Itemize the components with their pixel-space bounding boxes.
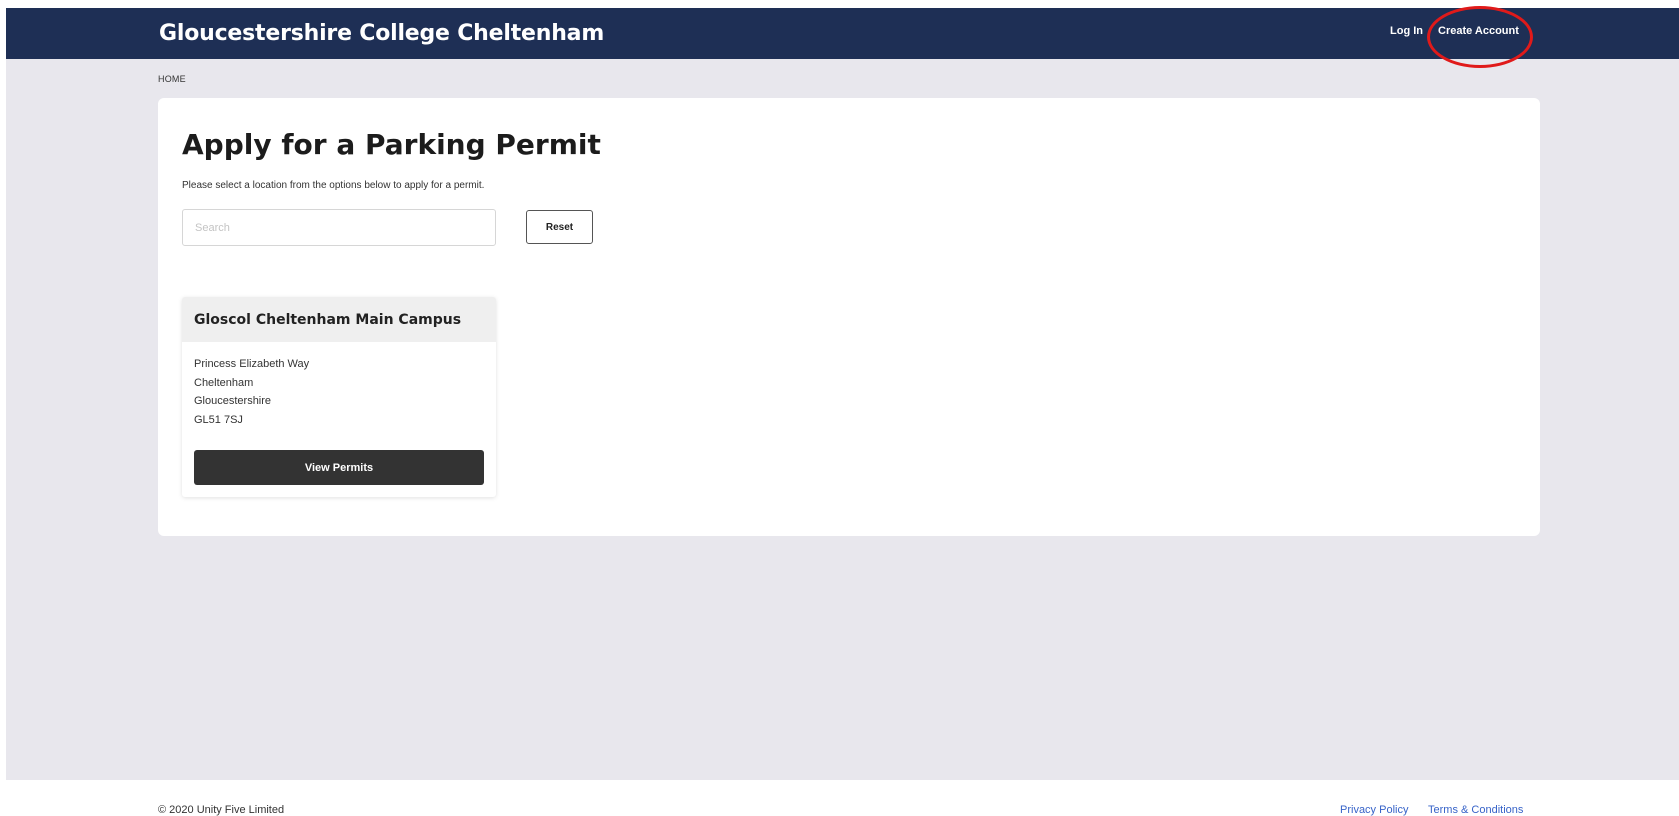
privacy-policy-link[interactable]: Privacy Policy — [1340, 804, 1408, 816]
address-line: Cheltenham — [194, 376, 254, 389]
main-panel: Apply for a Parking Permit Please select… — [158, 98, 1540, 536]
page-frame: Gloucestershire College Cheltenham Log I… — [6, 6, 1679, 816]
location-name: Gloscol Cheltenham Main Campus — [194, 311, 462, 328]
terms-conditions-link[interactable]: Terms & Conditions — [1428, 804, 1523, 816]
location-card-header: Gloscol Cheltenham Main Campus — [182, 297, 496, 342]
reset-button[interactable]: Reset — [526, 210, 593, 244]
location-card: Gloscol Cheltenham Main Campus Princess … — [182, 297, 496, 497]
address-line: GL51 7SJ — [194, 413, 243, 426]
location-address: Princess Elizabeth Way Cheltenham Glouce… — [194, 355, 309, 429]
breadcrumb-home[interactable]: HOME — [158, 74, 186, 84]
address-line: Gloucestershire — [194, 395, 272, 407]
red-annotation-circle — [1427, 6, 1533, 68]
breadcrumb: HOME — [158, 74, 186, 84]
login-link[interactable]: Log In — [1390, 25, 1423, 37]
intro-text: Please select a location from the option… — [182, 180, 485, 191]
page-title: Apply for a Parking Permit — [182, 128, 601, 161]
search-input[interactable] — [182, 209, 496, 246]
address-line: Princess Elizabeth Way — [194, 358, 310, 370]
copyright-text: © 2020 Unity Five Limited — [158, 804, 285, 816]
top-navigation-bar: Gloucestershire College Cheltenham Log I… — [6, 6, 1679, 68]
site-title[interactable]: Gloucestershire College Cheltenham — [159, 21, 604, 46]
footer: © 2020 Unity Five Limited Privacy Policy… — [6, 780, 1679, 816]
view-permits-button[interactable]: View Permits — [194, 450, 484, 485]
